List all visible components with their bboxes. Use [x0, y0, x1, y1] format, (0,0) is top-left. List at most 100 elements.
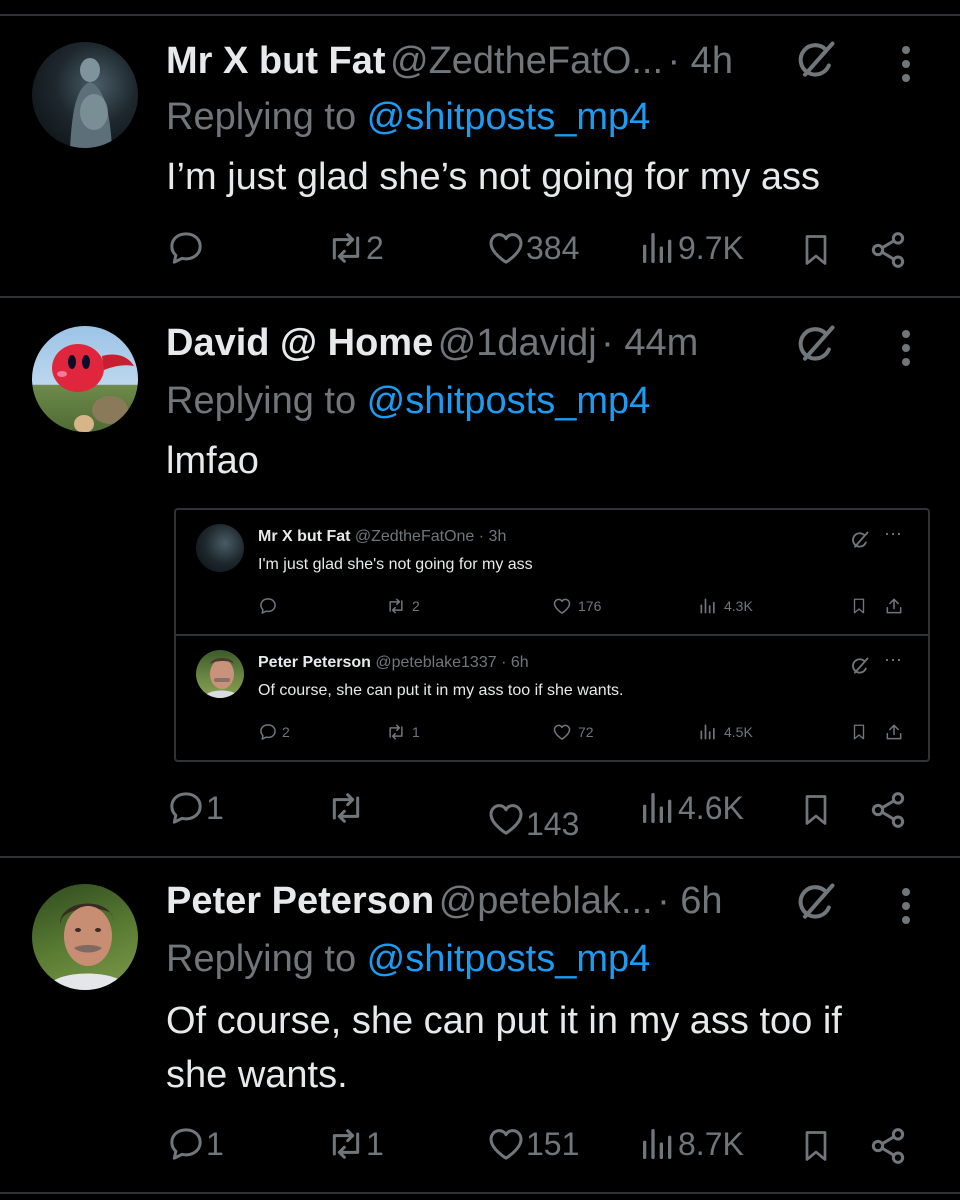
- reply-count: 1: [206, 1125, 224, 1162]
- user-handle[interactable]: @peteblak...: [439, 880, 653, 922]
- quoted-like-count: 176: [578, 598, 602, 614]
- tweet-header: Peter Peterson @peteblak... · 6h: [166, 876, 723, 926]
- grok-icon[interactable]: [794, 322, 838, 366]
- reply-icon: [166, 1124, 206, 1164]
- replying-to: Replying to @shitposts_mp4: [166, 938, 650, 981]
- reply-icon: [258, 596, 278, 616]
- quoted-reply: 2: [258, 722, 290, 742]
- views-icon: [698, 722, 718, 742]
- quoted-avatar: [196, 524, 244, 572]
- avatar-figure-icon: [70, 58, 112, 148]
- reply-count: 1: [206, 789, 224, 826]
- more-icon: ⋯: [884, 650, 902, 670]
- quoted-view-count: 4.5K: [724, 724, 753, 740]
- views-button[interactable]: 4.6K: [638, 788, 744, 828]
- reply-button[interactable]: [166, 228, 206, 268]
- avatar[interactable]: [32, 884, 138, 990]
- quoted-tweet[interactable]: Peter Peterson @peteblake1337 · 6h ⋯ Of …: [176, 636, 928, 760]
- avatar-face-icon: [204, 658, 240, 698]
- quoted-display-name: Mr X but Fat: [258, 528, 351, 545]
- avatar[interactable]: [32, 42, 138, 148]
- reply-button[interactable]: 1: [166, 1124, 224, 1164]
- grok-icon[interactable]: [794, 38, 838, 82]
- user-handle[interactable]: @1davidj: [438, 322, 597, 364]
- bookmark-icon[interactable]: [798, 230, 834, 270]
- quoted-reply-count: 2: [282, 724, 290, 740]
- replying-to-label: Replying to: [166, 938, 367, 980]
- quoted-views: 4.3K: [698, 596, 753, 616]
- bookmark-icon[interactable]: [798, 1126, 834, 1166]
- quoted-user-handle: @peteblake1337: [375, 654, 497, 671]
- repost-button[interactable]: 1: [326, 1124, 384, 1164]
- repost-count: 1: [366, 1125, 384, 1162]
- bookmark-icon: [850, 722, 868, 742]
- timestamp[interactable]: · 6h: [657, 880, 722, 922]
- user-handle[interactable]: @ZedtheFatO...: [390, 40, 663, 82]
- repost-icon: [326, 228, 366, 268]
- avatar[interactable]: [32, 326, 138, 432]
- like-icon: [486, 228, 526, 268]
- replying-to: Replying to @shitposts_mp4: [166, 96, 650, 139]
- tweet-text: lmfao: [166, 440, 259, 482]
- view-count: 4.6K: [678, 789, 744, 826]
- share-icon[interactable]: [868, 1126, 908, 1166]
- tweet-divider: [0, 296, 960, 298]
- bookmark-icon[interactable]: [798, 790, 834, 830]
- avatar-character-icon: [52, 344, 134, 432]
- timestamp[interactable]: · 44m: [601, 322, 698, 364]
- views-button[interactable]: 9.7K: [638, 228, 744, 268]
- repost-icon: [326, 1124, 366, 1164]
- upload-icon: [884, 722, 904, 742]
- quoted-repost: 2: [386, 596, 420, 616]
- quoted-like: 176: [552, 596, 601, 616]
- display-name[interactable]: David @ Home: [166, 322, 433, 364]
- quoted-avatar: [196, 650, 244, 698]
- quoted-reply: [258, 596, 278, 616]
- grok-icon: [850, 656, 870, 676]
- like-count: 143: [526, 806, 580, 842]
- like-button[interactable]: 151: [486, 1124, 579, 1164]
- more-icon[interactable]: [900, 328, 912, 368]
- display-name[interactable]: Mr X but Fat: [166, 40, 386, 82]
- replying-to-label: Replying to: [166, 380, 367, 422]
- like-count: 384: [526, 229, 580, 266]
- tweet-text: I’m just glad she’s not going for my ass: [166, 156, 821, 198]
- grok-icon[interactable]: [794, 880, 838, 924]
- replying-to: Replying to @shitposts_mp4: [166, 380, 650, 423]
- like-button[interactable]: 384: [486, 228, 579, 268]
- view-count: 9.7K: [678, 229, 744, 266]
- quoted-header: Mr X but Fat @ZedtheFatOne · 3h: [258, 528, 506, 546]
- quoted-tweet-text: Of course, she can put it in my ass too …: [258, 682, 624, 699]
- views-button[interactable]: 8.7K: [638, 1124, 744, 1164]
- grok-icon: [850, 530, 870, 550]
- display-name[interactable]: Peter Peterson: [166, 880, 434, 922]
- reply-button[interactable]: 1: [166, 788, 224, 828]
- quoted-repost-count: 1: [412, 724, 420, 740]
- quoted-display-name: Peter Peterson: [258, 654, 371, 671]
- repost-button[interactable]: 2: [326, 228, 384, 268]
- like-icon: [552, 596, 572, 616]
- like-icon: [486, 799, 526, 839]
- replying-to-mention[interactable]: @shitposts_mp4: [367, 938, 651, 980]
- timestamp[interactable]: · 4h: [667, 40, 732, 82]
- quoted-views: 4.5K: [698, 722, 753, 742]
- share-icon[interactable]: [868, 230, 908, 270]
- repost-button[interactable]: [326, 788, 366, 828]
- replying-to-mention[interactable]: @shitposts_mp4: [367, 96, 651, 138]
- tweet-divider: [0, 856, 960, 858]
- quoted-view-count: 4.3K: [724, 598, 753, 614]
- views-icon: [638, 228, 678, 268]
- like-button[interactable]: 143: [486, 794, 579, 843]
- repost-count: 2: [366, 229, 384, 266]
- more-icon[interactable]: [900, 44, 912, 84]
- more-icon[interactable]: [900, 886, 912, 926]
- embedded-screenshot[interactable]: Mr X but Fat @ZedtheFatOne · 3h ⋯ I'm ju…: [174, 508, 930, 762]
- tweet-text: Of course, she can put it in my ass too …: [166, 1000, 842, 1096]
- replying-to-mention[interactable]: @shitposts_mp4: [367, 380, 651, 422]
- quoted-tweet[interactable]: Mr X but Fat @ZedtheFatOne · 3h ⋯ I'm ju…: [176, 510, 928, 634]
- share-icon[interactable]: [868, 790, 908, 830]
- reply-icon: [166, 228, 206, 268]
- quoted-user-handle: @ZedtheFatOne: [354, 528, 475, 545]
- tweet-header: David @ Home @1davidj · 44m: [166, 318, 698, 368]
- repost-icon: [386, 722, 406, 742]
